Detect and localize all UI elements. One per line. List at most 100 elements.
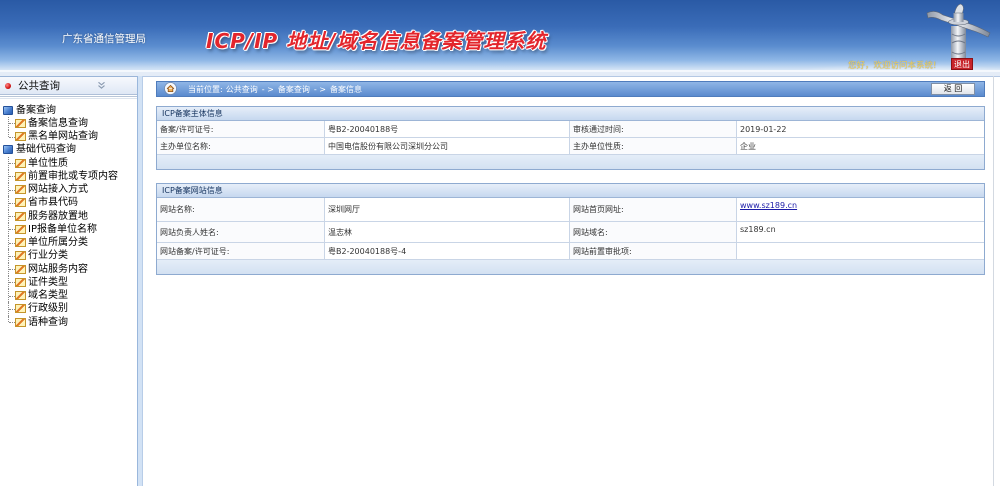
homepage-url-link[interactable]: www.sz189.cn xyxy=(740,201,797,210)
edit-page-icon xyxy=(15,171,26,181)
edit-page-icon xyxy=(15,251,26,261)
tree-item-label: 网站服务内容 xyxy=(28,263,88,275)
tree-item-server-location[interactable]: 服务器放置地 xyxy=(0,209,137,224)
field-value: 温志林 xyxy=(325,222,570,242)
website-info-panel: ICP备案网站信息 网站名称: 深圳网厅 网站首页网址: www.sz189.c… xyxy=(156,183,985,275)
sidebar: 公共查询 备案查询 备案信息查询 黑名单网站查询 基础代码查询 单位性质 前置审… xyxy=(0,76,137,486)
tree-item-pre-approval[interactable]: 前置审批或专项内容 xyxy=(0,169,137,184)
tree-item-label: 网站接入方式 xyxy=(28,184,88,195)
panel-title: ICP备案主体信息 xyxy=(157,107,984,121)
field-value-cell: www.sz189.cn xyxy=(737,198,984,221)
field-label: 网站名称: xyxy=(157,198,325,221)
field-value xyxy=(737,243,984,259)
tree-item-access-method[interactable]: 网站接入方式 xyxy=(0,183,137,197)
field-label: 网站前置审批项: xyxy=(570,243,737,259)
section-divider xyxy=(0,96,137,99)
field-value: sz189.cn xyxy=(740,225,776,234)
tree-item-label: 单位所属分类 xyxy=(28,237,88,248)
red-dot-icon xyxy=(5,83,11,89)
table-row: 备案/许可证号: 粤B2-20040188号 审核通过时间: 2019-01-2… xyxy=(157,121,984,138)
edit-page-icon xyxy=(15,224,26,234)
breadcrumb-location-label: 当前位置: xyxy=(188,85,223,94)
tree-item-label: 语种查询 xyxy=(28,316,68,328)
table-row: 网站名称: 深圳网厅 网站首页网址: www.sz189.cn xyxy=(157,198,984,222)
field-value: 2019-01-22 xyxy=(740,124,787,134)
logout-button[interactable]: 退出 xyxy=(951,58,973,70)
field-value: 粤B2-20040188号-4 xyxy=(325,243,570,259)
field-label: 主办单位名称: xyxy=(157,138,325,154)
double-chevron-down-icon[interactable] xyxy=(96,80,107,91)
edit-page-icon xyxy=(15,264,26,274)
tree-item-ip-reporting-unit[interactable]: IP报备单位名称 xyxy=(0,222,137,237)
tree-item-unit-category[interactable]: 单位所属分类 xyxy=(0,236,137,250)
home-icon xyxy=(164,82,177,95)
tree-group-filing-query[interactable]: 备案查询 xyxy=(0,104,137,117)
tree-item-blacklist-site-query[interactable]: 黑名单网站查询 xyxy=(0,130,137,143)
table-row: 网站备案/许可证号: 粤B2-20040188号-4 网站前置审批项: xyxy=(157,243,984,260)
system-title: ICP/IP 地址/域名信息备案管理系统 xyxy=(206,29,547,53)
org-name: 广东省通信管理局 xyxy=(62,33,146,45)
tree-item-region-code[interactable]: 省市县代码 xyxy=(0,196,137,210)
tree-item-domain-type[interactable]: 域名类型 xyxy=(0,289,137,303)
tree-item-site-service[interactable]: 网站服务内容 xyxy=(0,262,137,277)
sidebar-section-title: 公共查询 xyxy=(18,80,60,92)
top-banner: 广东省通信管理局 ICP/IP 地址/域名信息备案管理系统 您好，欢迎访问本系统… xyxy=(0,0,1000,72)
table-row: 网站负责人姓名: 温志林 网站域名: sz189.cn xyxy=(157,222,984,243)
field-label: 备案/许可证号: xyxy=(157,121,325,137)
field-value: 粤B2-20040188号 xyxy=(325,121,570,137)
tree-group-base-code-query[interactable]: 基础代码查询 xyxy=(0,143,137,156)
tree-item-label: 单位性质 xyxy=(28,157,68,169)
tree-group-label: 基础代码查询 xyxy=(16,144,76,156)
tree-item-industry[interactable]: 行业分类 xyxy=(0,249,137,263)
tree-item-label: 黑名单网站查询 xyxy=(28,131,98,142)
tree-item-label: 前置审批或专项内容 xyxy=(28,170,118,182)
breadcrumb-item: 备案信息 xyxy=(329,85,362,94)
folder-group-icon xyxy=(3,145,13,155)
tree-item-language-query[interactable]: 语种查询 xyxy=(0,315,137,329)
breadcrumb-item: 公共查询 xyxy=(225,85,258,94)
field-value: 企业 xyxy=(740,141,756,151)
tree-item-label: 行政级别 xyxy=(28,303,68,315)
tree-item-filing-info-query[interactable]: 备案信息查询 xyxy=(0,116,137,131)
edit-page-icon xyxy=(15,158,26,168)
field-label: 网站备案/许可证号: xyxy=(157,243,325,259)
edit-page-icon xyxy=(15,304,26,314)
edit-page-icon xyxy=(15,118,26,128)
field-label: 网站首页网址: xyxy=(570,198,737,221)
app-window: 广东省通信管理局 ICP/IP 地址/域名信息备案管理系统 您好，欢迎访问本系统… xyxy=(0,0,1000,486)
back-button[interactable]: 返 回 xyxy=(931,83,975,95)
field-value: 深圳网厅 xyxy=(325,198,570,221)
tree-item-label: 备案信息查询 xyxy=(28,117,88,129)
folder-group-icon xyxy=(3,105,13,115)
field-label: 审核通过时间: xyxy=(570,121,737,137)
panel-footer xyxy=(157,260,984,274)
breadcrumb: 当前位置: 公共查询 - > 备案查询 - > 备案信息 xyxy=(188,84,362,95)
edit-page-icon xyxy=(15,198,26,208)
content-right-border xyxy=(993,76,994,486)
breadcrumb-separator: - > xyxy=(261,85,274,94)
sidebar-splitter[interactable] xyxy=(137,76,143,486)
panel-footer xyxy=(157,155,984,169)
edit-page-icon xyxy=(15,238,26,248)
content-top-border xyxy=(143,76,1000,77)
tree-item-label: 省市县代码 xyxy=(28,197,78,209)
edit-page-icon xyxy=(15,185,26,195)
tree-group-label: 备案查询 xyxy=(16,104,56,116)
welcome-message: 您好，欢迎访问本系统! xyxy=(848,61,937,71)
tree-item-unit-nature[interactable]: 单位性质 xyxy=(0,156,137,171)
field-label: 主办单位性质: xyxy=(570,138,737,154)
tree-item-label: IP报备单位名称 xyxy=(28,223,97,235)
tree-item-label: 行业分类 xyxy=(28,250,68,262)
tree-item-id-type[interactable]: 证件类型 xyxy=(0,275,137,290)
tree-item-admin-level[interactable]: 行政级别 xyxy=(0,302,137,316)
tree-item-label: 证件类型 xyxy=(28,276,68,288)
sidebar-section-header[interactable]: 公共查询 xyxy=(0,77,137,95)
field-value: 中国电信股份有限公司深圳分公司 xyxy=(325,138,570,154)
edit-page-icon xyxy=(15,277,26,287)
tree-item-label: 域名类型 xyxy=(28,290,68,301)
breadcrumb-item: 备案查询 xyxy=(277,85,310,94)
edit-page-icon xyxy=(15,211,26,221)
edit-page-icon xyxy=(15,291,26,301)
edit-page-icon xyxy=(15,317,26,327)
panel-title: ICP备案网站信息 xyxy=(157,184,984,198)
